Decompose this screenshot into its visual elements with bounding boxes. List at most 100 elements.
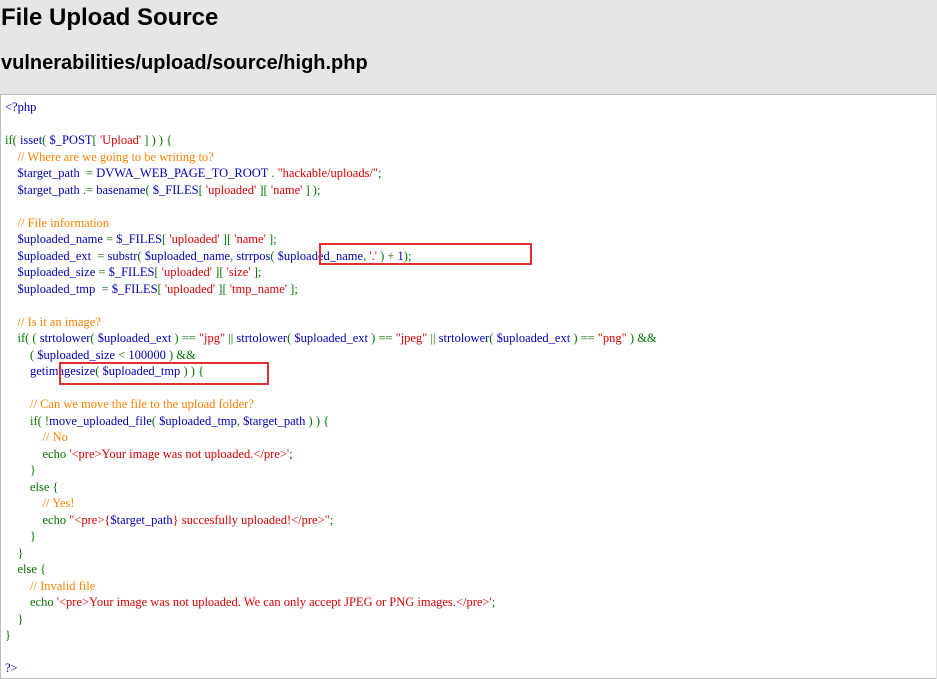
source-code: <?php if( isset( $_POST[ 'Upload' ] ) ) … xyxy=(5,99,657,677)
code-token: = xyxy=(86,166,97,180)
code-token: ][ xyxy=(219,232,235,246)
code-token: ]; xyxy=(250,265,262,279)
code-token: $uploaded_ext xyxy=(294,331,372,345)
page-header: File Upload Source vulnerabilities/uploa… xyxy=(0,0,937,95)
code-token: $uploaded_size xyxy=(37,347,119,362)
code-token: ; xyxy=(378,166,382,180)
code-token: ) && xyxy=(626,331,657,345)
code-token: "jpeg" xyxy=(395,331,428,345)
code-token: if( ! xyxy=(5,413,50,428)
code-line: echo '<pre>Your image was not uploaded.<… xyxy=(5,446,657,463)
code-token: ]; xyxy=(287,281,298,296)
code-token: "hackable/uploads/" xyxy=(277,166,379,180)
code-token: 'uploaded' xyxy=(169,232,220,246)
code-token: $uploaded_tmp xyxy=(17,281,102,296)
code-line: } xyxy=(5,545,657,562)
code-token: = xyxy=(101,281,112,296)
code-token: [ xyxy=(198,182,206,197)
code-token: basename xyxy=(96,182,146,197)
code-token: echo xyxy=(5,595,57,609)
code-token: $uploaded_size xyxy=(17,265,99,279)
code-token: ) == xyxy=(573,331,598,345)
page-title: File Upload Source xyxy=(1,4,219,31)
code-token: // Is it an image? xyxy=(17,314,101,329)
code-token: strtolower xyxy=(438,331,490,345)
code-line: // File information xyxy=(5,215,657,232)
code-token: } xyxy=(5,463,36,477)
code-token: $_FILES xyxy=(108,265,155,279)
code-line: <?php xyxy=(5,99,657,116)
code-token: 'uploaded' xyxy=(161,265,213,279)
code-line: } xyxy=(5,627,657,644)
code-token: ]; xyxy=(265,232,277,246)
code-token: || xyxy=(225,331,237,345)
code-token: // Invalid file xyxy=(30,578,96,593)
code-line: // Is it an image? xyxy=(5,314,657,331)
code-token: if( ( xyxy=(5,331,40,345)
code-token: } xyxy=(5,545,24,560)
code-token: substr xyxy=(107,248,138,263)
code-token: 'name' xyxy=(270,182,303,197)
code-token: 'size' xyxy=(226,265,251,279)
code-token: $_FILES xyxy=(111,281,158,296)
code-token: strtolower xyxy=(236,331,288,345)
code-token: .= xyxy=(82,182,97,197)
code-token: 'Upload' xyxy=(99,133,142,147)
code-token: 'uploaded' xyxy=(205,182,257,197)
code-token: // Where are we going to be writing to? xyxy=(17,149,214,164)
code-token: // Can we move the file to the upload fo… xyxy=(30,397,254,411)
code-token: $_POST xyxy=(49,133,93,147)
code-token: ?> xyxy=(5,661,18,675)
code-token: [ xyxy=(157,281,165,296)
code-token: ( xyxy=(145,182,153,197)
code-line: else { xyxy=(5,479,657,496)
code-token: ] ) ) { xyxy=(141,133,173,147)
code-token: || xyxy=(427,331,439,345)
code-line: // No xyxy=(5,429,657,446)
code-token: ][ xyxy=(256,182,271,197)
code-token: ] ); xyxy=(302,182,321,197)
source-code-panel: <?php if( isset( $_POST[ 'Upload' ] ) ) … xyxy=(0,94,936,679)
getimagesize-highlight-box xyxy=(59,362,269,385)
code-token: ) == xyxy=(174,331,199,345)
code-line: // Yes! xyxy=(5,495,657,512)
code-token: $uploaded_tmp xyxy=(159,413,237,428)
code-token: [ xyxy=(92,133,100,147)
code-token: = xyxy=(106,232,117,246)
code-token: $target_path xyxy=(110,512,173,527)
code-token: [ xyxy=(154,265,162,279)
code-line: } xyxy=(5,462,657,479)
code-token: ( xyxy=(489,331,497,345)
code-line: if( ( strtolower( $uploaded_ext ) == "jp… xyxy=(5,330,657,347)
code-token: } xyxy=(5,529,36,543)
code-token: = xyxy=(98,265,109,279)
code-token: $uploaded_name xyxy=(17,232,107,246)
code-token: ( xyxy=(270,248,278,263)
code-token: ; xyxy=(289,446,293,461)
code-token: "png" xyxy=(597,331,627,345)
code-token: 'uploaded' xyxy=(164,281,216,296)
code-token: $uploaded_ext xyxy=(17,248,98,263)
code-token: "<pre>{ xyxy=(69,512,111,527)
source-file-path: vulnerabilities/upload/source/high.php xyxy=(1,52,368,74)
code-token: 'tmp_name' xyxy=(229,281,288,296)
code-line: // Can we move the file to the upload fo… xyxy=(5,396,657,413)
code-token: // Yes! xyxy=(42,496,75,510)
code-token: ( xyxy=(137,248,145,263)
code-token: ) ) { xyxy=(308,413,330,428)
code-line: if( !move_uploaded_file( $uploaded_tmp, … xyxy=(5,413,657,430)
code-token: strtolower xyxy=(39,331,91,345)
code-token: else { xyxy=(5,562,47,576)
code-token: move_uploaded_file xyxy=(49,413,152,428)
